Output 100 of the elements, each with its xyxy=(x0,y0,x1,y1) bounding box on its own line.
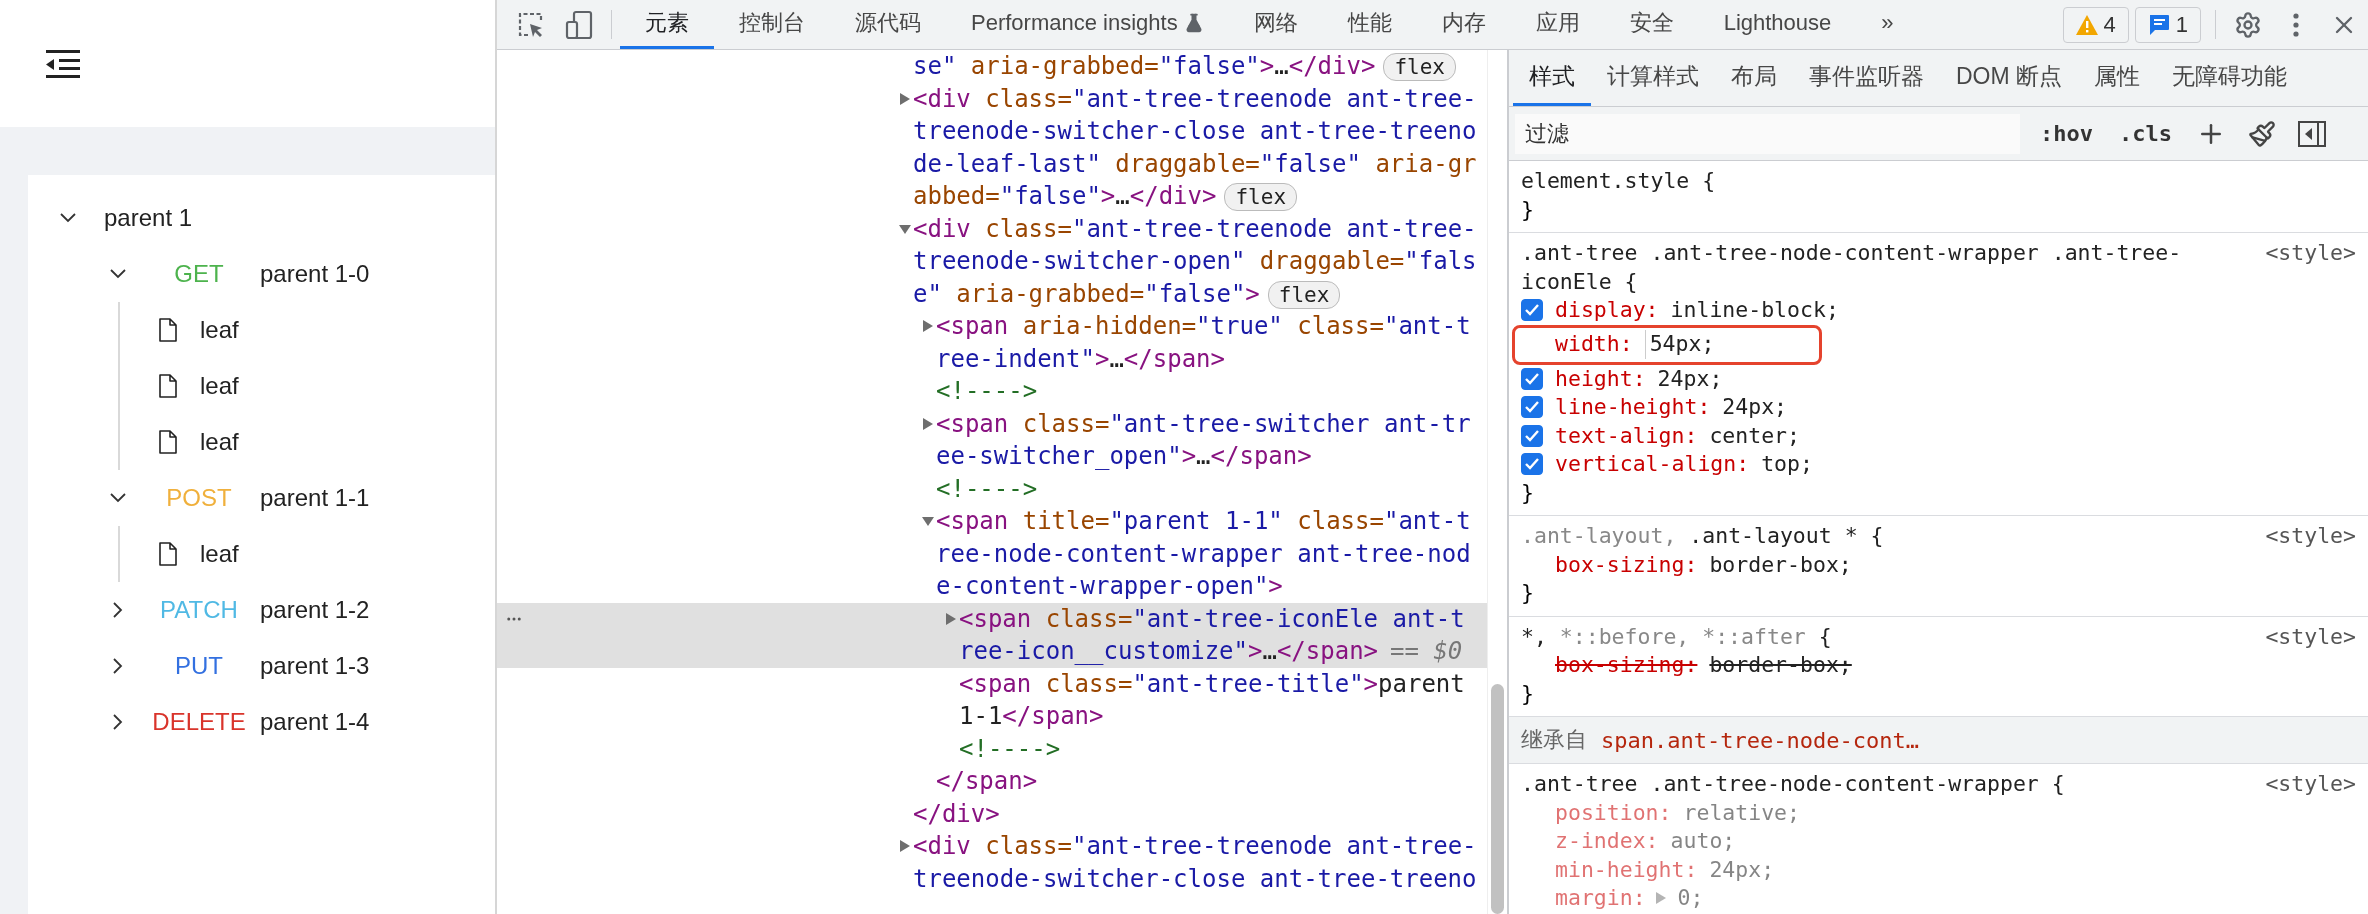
html-tag: <span title="parent 1-1" class="ant-tree-node-content-wrapper ant-tree-node-content-wrapper-open"> xyxy=(936,505,1477,603)
property-value[interactable]: 24px; xyxy=(1722,393,1788,422)
tree-node-title[interactable]: parent 1-1 xyxy=(260,484,370,512)
http-method-label: DELETE xyxy=(151,708,247,736)
panel-tab[interactable]: 网络 xyxy=(1228,0,1323,49)
panel-tab[interactable]: 应用 xyxy=(1510,0,1605,49)
css-selector[interactable]: { xyxy=(1805,622,1832,651)
style-source-link[interactable]: <style> xyxy=(2265,622,2356,651)
hover-state-button[interactable]: :hov xyxy=(2034,121,2099,146)
http-method-label: GET xyxy=(173,260,225,288)
tree-node-title[interactable]: parent 1-4 xyxy=(260,708,370,736)
class-toggle-button[interactable]: .cls xyxy=(2113,121,2178,146)
sidebar-tab[interactable]: 事件监听器 xyxy=(1793,50,1940,106)
dom-node-row[interactable]: se" aria-grabbed="false">…</div> flex xyxy=(497,50,1487,83)
property-value[interactable]: border-box; xyxy=(1709,651,1852,680)
checkbox[interactable] xyxy=(1521,453,1543,476)
file-icon xyxy=(159,318,177,342)
closing-brace: } xyxy=(1521,579,1535,607)
sidebar-tab[interactable]: DOM 断点 xyxy=(1940,50,2079,106)
triangle-down-icon[interactable] xyxy=(899,222,911,235)
panel-tab[interactable]: 源代码 xyxy=(830,0,946,49)
dom-node-row[interactable]: <div class="ant-tree-treenode ant-tree-treenode-switcher-open" draggable="false" aria-grabbed="false"> flex xyxy=(497,212,1487,310)
property-name[interactable]: box-sizing: xyxy=(1555,651,1698,680)
panel-tab[interactable]: Performance insights xyxy=(946,0,1229,49)
property-name[interactable]: line-height: xyxy=(1555,393,1711,422)
property-value[interactable]: relative; xyxy=(1683,798,1800,827)
dom-node-row[interactable]: <span aria-hidden="true" class="ant-tree-indent">…</span> xyxy=(497,310,1487,375)
dom-node-row[interactable]: <div class="ant-tree-treenode ant-tree-treenode-switcher-close ant-tree-treenode-leaf-last" draggable="false" aria-grabbed="false">…</div> flex xyxy=(497,82,1487,213)
triangle-right-icon[interactable] xyxy=(899,840,911,853)
property-value[interactable]: border-box; xyxy=(1709,550,1852,579)
inherited-label: 继承自 xyxy=(1521,726,1587,754)
checkbox[interactable] xyxy=(1521,424,1543,447)
property-name[interactable]: display: xyxy=(1555,296,1659,325)
panel-tab[interactable]: 内存 xyxy=(1416,0,1511,49)
property-name[interactable]: vertical-align: xyxy=(1555,450,1750,479)
tree-node-title[interactable]: parent 1-3 xyxy=(260,652,370,680)
css-selector[interactable]: .ant-layout, xyxy=(1521,522,1677,551)
html-tag: <span class="ant-tree-title">parent 1-1</span> xyxy=(959,667,1477,733)
tree-node-title[interactable]: parent 1 xyxy=(104,204,193,232)
property-name[interactable]: width: xyxy=(1555,330,1633,359)
property-value[interactable]: top; xyxy=(1761,450,1813,479)
sidebar-tab[interactable]: 属性 xyxy=(2078,50,2157,106)
dom-node-row[interactable]: <!----> xyxy=(497,375,1487,408)
property-value[interactable]: 24px; xyxy=(1657,364,1723,393)
css-selector[interactable]: *::before, *::after xyxy=(1546,622,1806,651)
element-link[interactable]: span.ant-tree-node-cont… xyxy=(1601,727,1919,753)
tree-node-title[interactable]: parent 1-0 xyxy=(260,260,370,288)
triangle-right-icon[interactable] xyxy=(922,320,934,333)
css-selector[interactable]: *, xyxy=(1521,622,1547,651)
style-source-link[interactable]: <style> xyxy=(2265,522,2356,551)
property-value[interactable]: auto; xyxy=(1670,827,1736,856)
css-selector[interactable]: .ant-tree .ant-tree-node-content-wrapper { xyxy=(1521,770,2065,799)
tree-node-title[interactable]: parent 1-2 xyxy=(260,596,370,624)
tree-node-title[interactable]: leaf xyxy=(200,428,239,456)
dom-node-row[interactable]: <!----> xyxy=(497,472,1487,505)
tree-node-title[interactable]: leaf xyxy=(200,372,239,400)
filter-field[interactable]: 过滤 xyxy=(1515,113,2020,154)
dom-node-row[interactable]: <span class="ant-tree-switcher ant-tree-switcher_open">…</span> xyxy=(497,407,1487,473)
dom-node-row[interactable]: <span title="parent 1-1" class="ant-tree-node-content-wrapper ant-tree-node-content-wrapper-open"> xyxy=(497,505,1487,603)
triangle-down-icon[interactable] xyxy=(922,515,934,528)
panel-tab[interactable]: 控制台 xyxy=(714,0,830,49)
messages-counter[interactable]: 1 xyxy=(2134,6,2201,43)
checkbox[interactable] xyxy=(1521,299,1543,322)
property-value[interactable]: inline-block; xyxy=(1670,296,1839,325)
property-value[interactable]: 0; xyxy=(1677,884,1704,913)
tree-node-title[interactable]: leaf xyxy=(200,316,239,344)
property-name[interactable]: text-align: xyxy=(1555,421,1698,450)
panel-tab[interactable]: 性能 xyxy=(1322,0,1417,49)
dom-node-row[interactable]: <span class="ant-tree-iconEle ant-tree-icon__customize">…</span> == $0 xyxy=(497,602,1487,668)
checkbox[interactable] xyxy=(1521,367,1543,390)
dom-node-row[interactable]: <div class="ant-tree-treenode ant-tree-treenode-switcher-close ant-tree-treeno xyxy=(497,830,1487,895)
property-value[interactable]: 24px; xyxy=(1709,855,1775,884)
panel-tab[interactable]: 安全 xyxy=(1604,0,1699,49)
dom-node-row[interactable]: <!----> xyxy=(497,732,1487,765)
property-value[interactable]: center; xyxy=(1709,421,1800,450)
menu-fold-icon[interactable] xyxy=(46,48,80,79)
property-name[interactable]: height: xyxy=(1555,364,1646,393)
triangle-right-icon[interactable] xyxy=(945,612,957,625)
closing-brace: } xyxy=(1521,195,1535,224)
warnings-counter[interactable]: 4 xyxy=(2062,6,2129,43)
warning-icon xyxy=(2075,14,2098,35)
triangle-right-icon[interactable] xyxy=(922,417,934,430)
sidebar-tab[interactable]: 无障碍功能 xyxy=(2156,50,2304,106)
panel-tab[interactable]: Lighthouse xyxy=(1698,0,1857,49)
style-source-link[interactable]: <style> xyxy=(2265,770,2356,799)
scrollbar-thumb[interactable] xyxy=(1491,684,1504,914)
inspect-element-icon[interactable] xyxy=(517,10,545,39)
more-tabs-button[interactable]: » xyxy=(1856,0,1919,49)
css-selector[interactable]: element.style { xyxy=(1521,167,1716,196)
checkbox[interactable] xyxy=(1521,396,1543,419)
dom-node-row[interactable]: <span class="ant-tree-title">parent 1-1</span> xyxy=(497,667,1487,733)
device-toggle-icon[interactable] xyxy=(565,9,593,40)
html-tag: <div class="ant-tree-treenode ant-tree-treenode-switcher-close ant-tree-treeno xyxy=(913,830,1477,895)
tree-node-title[interactable]: leaf xyxy=(200,540,239,568)
style-source-link[interactable]: <style> xyxy=(2265,239,2356,268)
css-selector[interactable]: .ant-layout * { xyxy=(1676,522,1884,551)
sidebar-tab[interactable]: 计算样式 xyxy=(1591,50,1715,106)
triangle-right-icon[interactable] xyxy=(899,92,911,105)
sidebar-tab[interactable]: 布局 xyxy=(1715,50,1793,106)
property-name[interactable]: box-sizing: xyxy=(1555,550,1698,579)
